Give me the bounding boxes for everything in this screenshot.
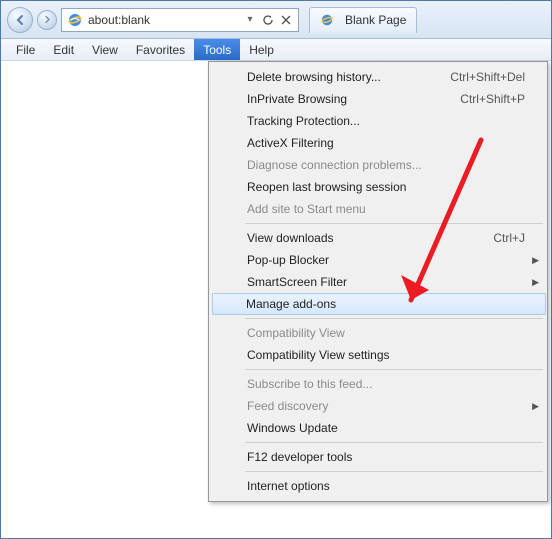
menu-bar: File Edit View Favorites Tools Help <box>1 39 551 61</box>
menu-view[interactable]: View <box>83 39 127 60</box>
menu-label: Subscribe to this feed... <box>247 377 372 391</box>
menu-separator <box>245 471 543 472</box>
menu-label: Tracking Protection... <box>247 114 360 128</box>
address-input[interactable]: about:blank ▾ <box>61 8 299 32</box>
stop-icon[interactable] <box>278 12 294 28</box>
menu-label: Reopen last browsing session <box>247 180 406 194</box>
menu-label: Diagnose connection problems... <box>247 158 422 172</box>
menu-reopen-last-session[interactable]: Reopen last browsing session <box>213 176 545 198</box>
menu-label: InPrivate Browsing <box>247 92 347 106</box>
menu-label: ActiveX Filtering <box>247 136 334 150</box>
arrow-right-icon <box>43 15 52 24</box>
menu-compatibility-view-settings[interactable]: Compatibility View settings <box>213 344 545 366</box>
menu-label: Compatibility View settings <box>247 348 390 362</box>
menu-tracking-protection[interactable]: Tracking Protection... <box>213 110 545 132</box>
menu-diagnose-connection[interactable]: Diagnose connection problems... <box>213 154 545 176</box>
submenu-arrow-icon: ▶ <box>532 277 539 288</box>
menu-internet-options[interactable]: Internet options <box>213 475 545 497</box>
menu-label: Pop-up Blocker <box>247 253 329 267</box>
menu-file[interactable]: File <box>7 39 44 60</box>
menu-label: Manage add-ons <box>246 297 336 311</box>
menu-delete-browsing-history[interactable]: Delete browsing history... Ctrl+Shift+De… <box>213 66 545 88</box>
tab-blank-page[interactable]: Blank Page <box>309 7 417 33</box>
menu-help[interactable]: Help <box>240 39 283 60</box>
menu-label: View downloads <box>247 231 334 245</box>
menu-label: Feed discovery <box>247 399 328 413</box>
menu-compatibility-view[interactable]: Compatibility View <box>213 322 545 344</box>
menu-label: Delete browsing history... <box>247 70 381 84</box>
ie-logo-icon <box>66 11 84 29</box>
menu-label: Compatibility View <box>247 326 345 340</box>
menu-separator <box>245 223 543 224</box>
menu-smartscreen-filter[interactable]: SmartScreen Filter ▶ <box>213 271 545 293</box>
menu-inprivate-browsing[interactable]: InPrivate Browsing Ctrl+Shift+P <box>213 88 545 110</box>
menu-separator <box>245 442 543 443</box>
menu-edit[interactable]: Edit <box>44 39 83 60</box>
menu-label: SmartScreen Filter <box>247 275 347 289</box>
menu-activex-filtering[interactable]: ActiveX Filtering <box>213 132 545 154</box>
address-right-icons: ▾ <box>242 12 296 28</box>
tab-title: Blank Page <box>345 13 406 27</box>
menu-subscribe-feed[interactable]: Subscribe to this feed... <box>213 373 545 395</box>
address-toolbar: about:blank ▾ Blank Page <box>1 1 551 39</box>
ie-logo-icon <box>318 11 336 29</box>
tab-strip: Blank Page <box>309 7 417 33</box>
forward-button[interactable] <box>37 10 57 30</box>
submenu-arrow-icon: ▶ <box>532 401 539 412</box>
menu-label: F12 developer tools <box>247 450 352 464</box>
menu-shortcut: Ctrl+Shift+P <box>460 92 525 106</box>
menu-view-downloads[interactable]: View downloads Ctrl+J <box>213 227 545 249</box>
menu-shortcut: Ctrl+J <box>493 231 525 245</box>
menu-favorites[interactable]: Favorites <box>127 39 194 60</box>
menu-label: Internet options <box>247 479 330 493</box>
menu-popup-blocker[interactable]: Pop-up Blocker ▶ <box>213 249 545 271</box>
submenu-arrow-icon: ▶ <box>532 255 539 266</box>
tools-dropdown: Delete browsing history... Ctrl+Shift+De… <box>208 61 548 502</box>
menu-label: Windows Update <box>247 421 338 435</box>
menu-separator <box>245 318 543 319</box>
refresh-icon[interactable] <box>260 12 276 28</box>
menu-shortcut: Ctrl+Shift+Del <box>450 70 525 84</box>
menu-separator <box>245 369 543 370</box>
menu-f12-developer-tools[interactable]: F12 developer tools <box>213 446 545 468</box>
menu-manage-addons[interactable]: Manage add-ons <box>212 293 546 315</box>
menu-feed-discovery[interactable]: Feed discovery ▶ <box>213 395 545 417</box>
menu-tools[interactable]: Tools <box>194 39 240 60</box>
address-url: about:blank <box>88 13 242 27</box>
back-button[interactable] <box>7 7 33 33</box>
arrow-left-icon <box>14 14 26 26</box>
dropdown-icon[interactable]: ▾ <box>242 12 258 28</box>
menu-windows-update[interactable]: Windows Update <box>213 417 545 439</box>
menu-label: Add site to Start menu <box>247 202 366 216</box>
menu-add-to-start[interactable]: Add site to Start menu <box>213 198 545 220</box>
